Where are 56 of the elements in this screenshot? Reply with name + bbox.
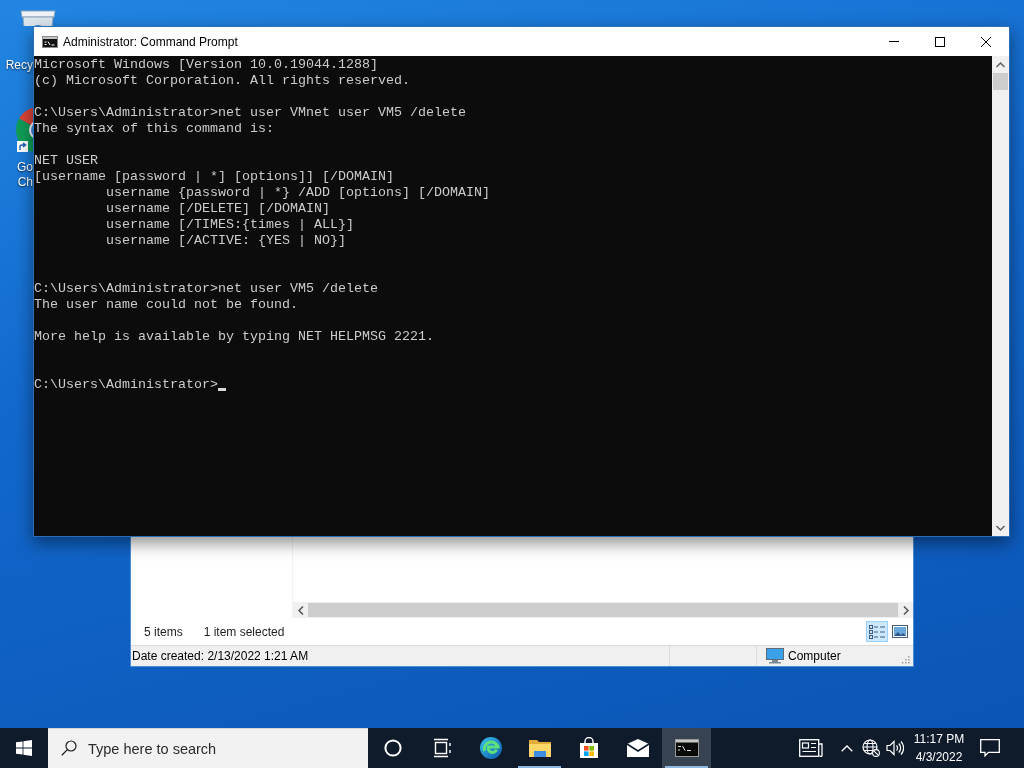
chevron-down-icon xyxy=(996,524,1005,531)
file-info-text: Date created: 2/13/2022 1:21 AM xyxy=(132,649,309,663)
windows-logo-icon xyxy=(16,740,32,756)
console-line: Microsoft Windows [Version 10.0.19044.1288] xyxy=(34,57,378,72)
console-line: The syntax of this command is: xyxy=(34,121,274,136)
envelope-icon xyxy=(625,739,650,757)
swirl-icon xyxy=(478,736,503,760)
console-line: C:\Users\Administrator> xyxy=(34,377,218,392)
scrollbar-thumb[interactable] xyxy=(308,603,898,617)
maximize-icon xyxy=(935,36,945,47)
details-view-button[interactable] xyxy=(866,621,888,642)
text-cursor-icon xyxy=(217,388,226,391)
horizontal-scrollbar[interactable] xyxy=(293,602,913,618)
console-line: username {password | *} /ADD [options] [/DOMAIN] xyxy=(106,185,490,200)
console-line: (c) Microsoft Corporation. All rights reserved. xyxy=(34,73,410,88)
resize-grip-icon[interactable] xyxy=(901,655,910,664)
monitor-icon xyxy=(766,648,784,664)
chevron-up-icon xyxy=(841,744,853,752)
terminal-icon xyxy=(674,739,699,757)
speaker-icon xyxy=(886,740,904,756)
console-line: [username [password | *] [options]] [/DOMAIN] xyxy=(34,169,394,184)
terminal-button[interactable] xyxy=(662,728,711,768)
task-view-icon xyxy=(431,738,452,758)
status-text: 1 item selected xyxy=(203,624,285,639)
circle-icon xyxy=(383,739,402,757)
close-icon xyxy=(981,36,991,47)
terminal-icon xyxy=(42,35,58,48)
console-line: NET USER xyxy=(34,153,98,168)
globe-icon xyxy=(862,739,880,757)
desktop-icon-label[interactable]: Recy xyxy=(0,58,33,73)
window-title: Administrator: Command Prompt xyxy=(63,34,238,49)
console-line: C:\Users\Administrator>net user VM5 /delete xyxy=(34,281,378,296)
console-line: username [/DELETE] [/DOMAIN] xyxy=(106,201,330,216)
console-line: C:\Users\Administrator>net user VMnet user VM5 /delete xyxy=(34,105,466,120)
chevron-left-icon xyxy=(297,605,304,615)
list-icon xyxy=(869,624,885,639)
chevron-up-icon xyxy=(996,61,1005,68)
folder-icon xyxy=(527,738,552,758)
console-line: username [/ACTIVE: {YES | NO}] xyxy=(106,233,346,248)
desktop-icon-label[interactable]: Go Ch xyxy=(0,160,33,190)
shopping-bag-icon xyxy=(577,737,600,759)
search-field[interactable]: Type here to search xyxy=(48,728,368,768)
scrollbar-thumb[interactable] xyxy=(993,73,1008,90)
newspaper-icon xyxy=(799,739,823,757)
console-line: The user name could not be found. xyxy=(34,297,298,312)
clock-button[interactable]: 11:17 PM 4/3/2022 xyxy=(907,728,971,768)
status-text: 5 items xyxy=(144,624,183,639)
search-icon xyxy=(61,740,77,756)
console-line: username [/TIMES:{times | ALL}] xyxy=(106,217,354,232)
minimize-icon xyxy=(889,41,899,42)
picture-icon xyxy=(892,625,908,638)
location-label: Computer xyxy=(788,649,841,663)
chevron-right-icon xyxy=(902,605,909,615)
speech-bubble-icon xyxy=(980,739,1000,757)
vertical-scrollbar[interactable] xyxy=(992,56,1009,536)
console-line: More help is available by typing NET HELPMSG 2221. xyxy=(34,329,434,344)
